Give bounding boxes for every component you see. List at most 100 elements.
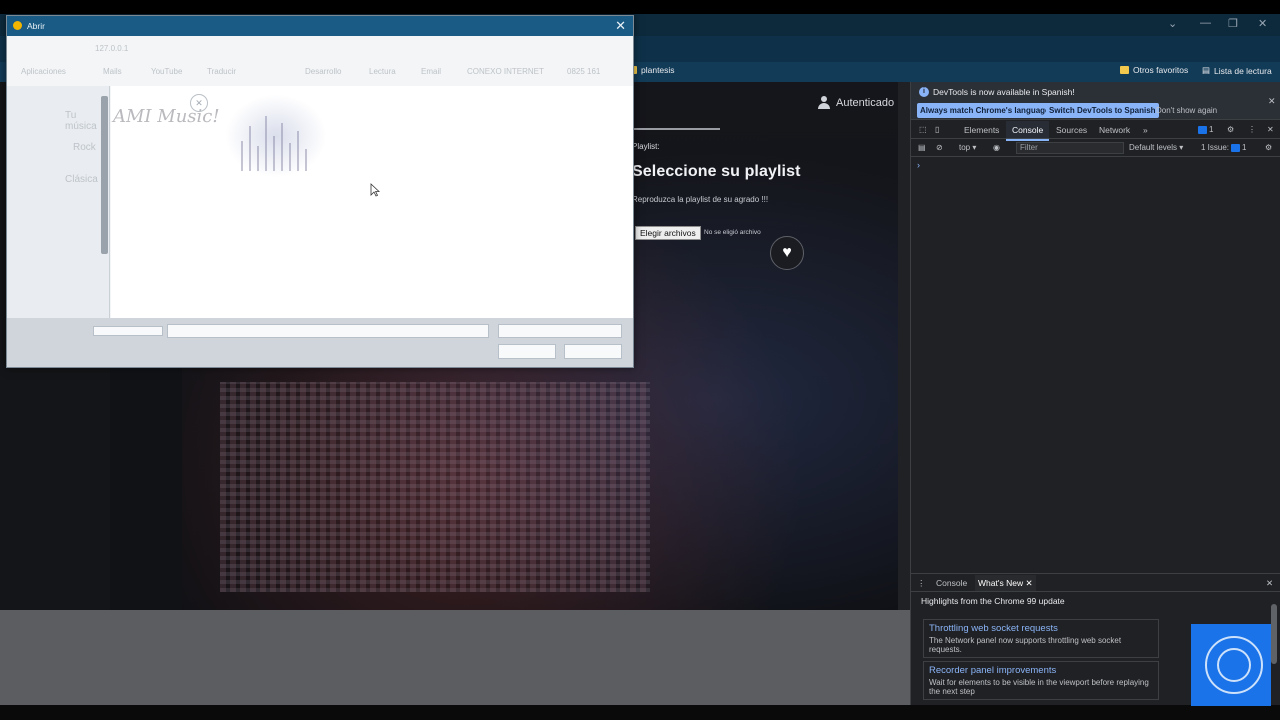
devtools-tabs: ⬚ ▯ Elements Console Sources Network » 1…	[911, 121, 1280, 141]
drawer-scrollbar[interactable]	[1271, 604, 1277, 664]
feature-card[interactable]: Recorder panel improvements Wait for ele…	[923, 661, 1159, 701]
drawer-tab-label: What's New	[978, 578, 1024, 588]
ghost-bookmark: Aplicaciones	[21, 67, 66, 76]
eye-icon[interactable]: ◉	[993, 143, 1000, 152]
dialog-scrollbar[interactable]	[101, 96, 108, 254]
eq-bar	[297, 131, 299, 171]
issues-button[interactable]: 1 Issue: 1	[1201, 143, 1246, 152]
eq-bar	[249, 126, 251, 171]
log-levels-dropdown[interactable]: Default levels ▾	[1129, 143, 1183, 152]
context-selector[interactable]: top ▾	[959, 143, 976, 152]
device-toolbar-icon[interactable]: ▯	[935, 125, 939, 134]
tab-search-icon[interactable]: ⌄	[1168, 17, 1177, 30]
issues-label: 1 Issue:	[1201, 143, 1230, 152]
log-levels-label: Default levels	[1129, 143, 1178, 152]
reading-list[interactable]: ▤ Lista de lectura	[1202, 65, 1272, 76]
issue-badge-icon	[1231, 143, 1241, 152]
ghost-equalizer	[221, 91, 331, 181]
drawer-menu-icon[interactable]: ⋮	[917, 578, 926, 589]
page-subtitle: Reproduzca la playlist de su agrado !!!	[632, 195, 769, 204]
dialog-close-button[interactable]: ✕	[615, 18, 626, 34]
switch-language-button[interactable]: Switch DevTools to Spanish	[1046, 103, 1159, 118]
minimize-button[interactable]: —	[1200, 17, 1211, 29]
dialog-titlebar: Abrir ✕	[7, 16, 633, 36]
inspect-icon[interactable]: ⬚	[919, 125, 927, 134]
bottom-letterbox	[0, 705, 1280, 720]
close-window-button[interactable]: ✕	[1258, 17, 1267, 30]
tab-network[interactable]: Network	[1099, 125, 1130, 135]
filter-input[interactable]: Filter	[1016, 142, 1124, 154]
reading-list-icon: ▤	[1202, 65, 1211, 75]
more-tabs-icon[interactable]: »	[1143, 125, 1148, 135]
clear-console-icon[interactable]: ⊘	[936, 143, 943, 152]
devtools-drawer: ⋮ Console What's New ✕ ✕ Highlights from…	[911, 573, 1280, 706]
dialog-body: 127.0.0.1 Aplicaciones Mails YouTube Tra…	[7, 36, 633, 318]
dialog-navigation-pane: Tu música Rock Clásica	[7, 86, 110, 318]
ghost-bookmark: 0825 161	[567, 67, 601, 76]
ghost-sidebar-item: Clásica	[65, 174, 98, 185]
context-label: top	[959, 143, 971, 152]
restore-button[interactable]: ❐	[1228, 17, 1238, 30]
file-type-select[interactable]	[498, 324, 622, 338]
console-prompt[interactable]: ›	[917, 160, 920, 170]
page-lower-area	[0, 610, 910, 705]
favorite-heart-button[interactable]: ♥	[770, 236, 804, 270]
eq-bar	[289, 143, 291, 171]
promo-ring	[1217, 648, 1251, 682]
ghost-bookmark: CONEXO INTERNET	[467, 67, 544, 76]
match-language-button[interactable]: Always match Chrome's language	[917, 103, 1053, 118]
eq-bar	[257, 146, 259, 171]
dont-show-again-button[interactable]: Don't show again	[1153, 103, 1220, 118]
ghost-bookmark: Desarrollo	[305, 67, 342, 76]
close-devtools-icon[interactable]: ✕	[1267, 125, 1274, 134]
feature-title[interactable]: Recorder panel improvements	[929, 665, 1153, 676]
other-bookmarks[interactable]: Otros favoritos	[1120, 65, 1188, 75]
feature-description: Wait for elements to be visible in the v…	[929, 678, 1149, 697]
top-letterbox	[0, 0, 1280, 14]
playlist-label: Playlist:	[632, 142, 660, 151]
feature-description: The Network panel now supports throttlin…	[929, 636, 1122, 655]
issues-counter[interactable]: 1	[1196, 125, 1213, 134]
ghost-address-text: 127.0.0.1	[95, 44, 129, 53]
cancel-button[interactable]	[564, 344, 622, 359]
close-drawer-icon[interactable]: ✕	[1266, 578, 1273, 589]
bookmark-item[interactable]: plantesis	[628, 65, 675, 75]
settings-gear-icon[interactable]: ⚙	[1227, 125, 1234, 134]
sidebar-toggle-icon[interactable]: ▤	[918, 143, 926, 152]
infobar-text: DevTools is now available in Spanish!	[933, 87, 1075, 97]
eq-bar	[305, 149, 307, 171]
ghost-bookmark: Lectura	[369, 67, 396, 76]
feature-card[interactable]: Throttling web socket requests The Netwo…	[923, 619, 1159, 659]
tab-sources[interactable]: Sources	[1056, 125, 1087, 135]
ghost-bookmark: Email	[421, 67, 442, 76]
infobar-message: i DevTools is now available in Spanish!	[919, 87, 1075, 97]
tab-console[interactable]: Console	[1005, 121, 1050, 141]
close-tab-icon[interactable]: ✕	[1025, 578, 1032, 588]
kebab-menu-icon[interactable]: ⋮	[1248, 125, 1256, 134]
console-toolbar: ▤ ⊘ top ▾ ◉ Filter Default levels ▾ 1 Is…	[911, 139, 1280, 157]
auth-status[interactable]: Autenticado	[818, 96, 894, 109]
drawer-tab-whats-new[interactable]: What's New ✕	[975, 575, 1036, 591]
issue-badge-icon	[1198, 125, 1207, 134]
file-name-label	[93, 326, 163, 336]
dialog-title: Abrir	[27, 21, 45, 31]
drawer-tabs: ⋮ Console What's New ✕ ✕	[911, 574, 1280, 592]
eq-bar	[273, 136, 275, 171]
drawer-tab-console[interactable]: Console	[936, 578, 967, 588]
eq-bar	[281, 123, 283, 171]
feature-title[interactable]: Throttling web socket requests	[929, 623, 1153, 634]
folder-icon	[1120, 66, 1129, 74]
devtools-panel: i DevTools is now available in Spanish! …	[910, 82, 1280, 706]
tab-elements[interactable]: Elements	[964, 125, 999, 135]
ghost-bookmark: Mails	[103, 67, 122, 76]
file-status: No se eligió archivo	[704, 229, 761, 236]
console-settings-icon[interactable]: ⚙	[1265, 143, 1272, 152]
choose-files-button[interactable]: Elegir archivos	[635, 226, 701, 240]
open-button[interactable]	[498, 344, 556, 359]
issues-count: 1	[1209, 125, 1214, 134]
ghost-sidebar-item: Rock	[73, 142, 96, 153]
bookmark-label: Lista de lectura	[1214, 65, 1272, 76]
file-name-input[interactable]	[167, 324, 489, 338]
close-infobar-icon[interactable]: ✕	[1268, 96, 1276, 107]
ghost-bookmark: YouTube	[151, 67, 183, 76]
